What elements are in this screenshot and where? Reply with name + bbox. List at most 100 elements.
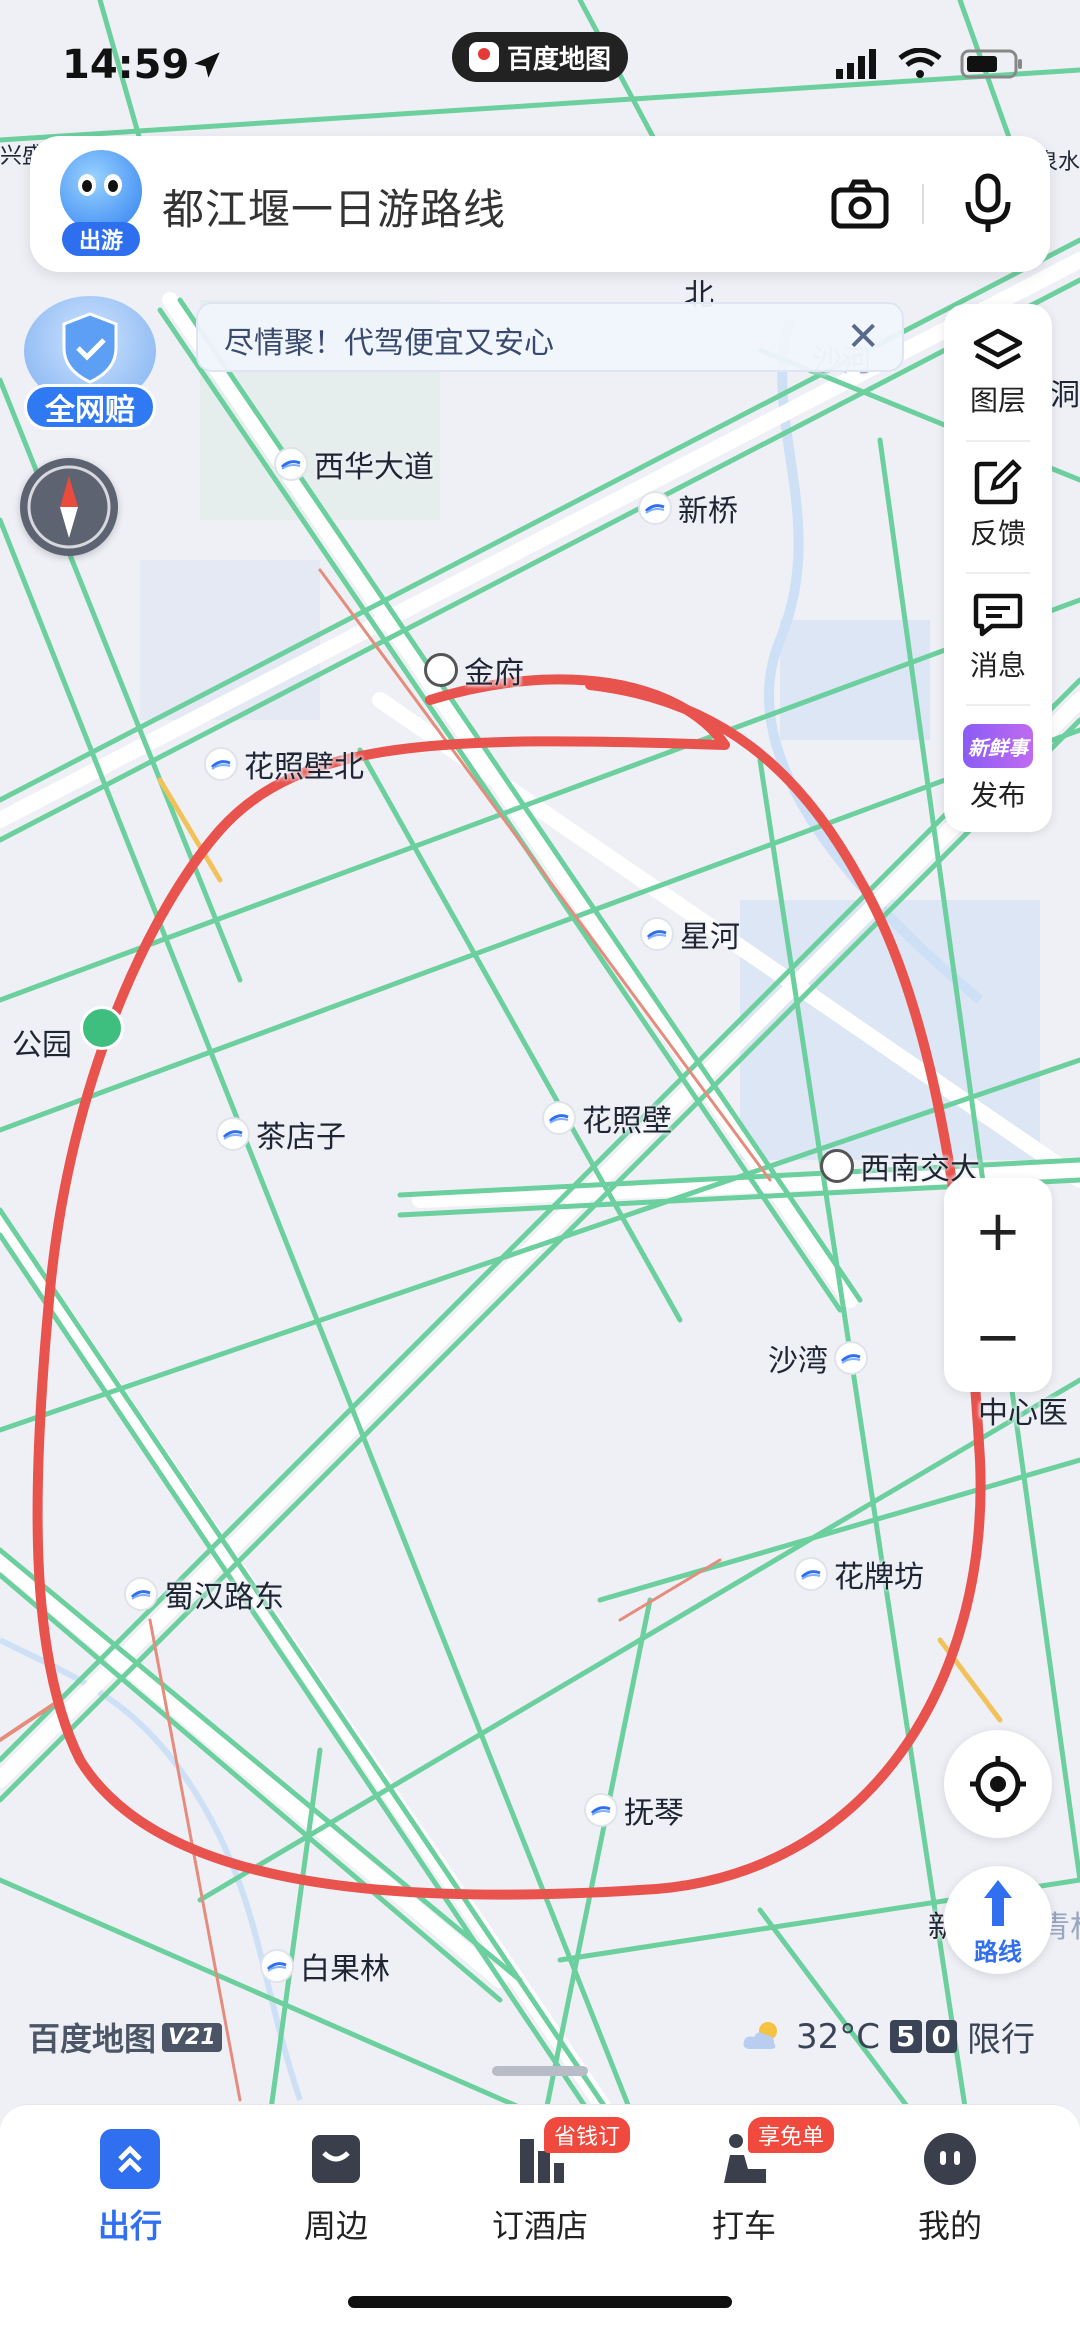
brand-text: 百度地图 <box>28 2020 157 2058</box>
route-label: 路线 <box>974 1938 1022 1966</box>
app-pill-label: 百度地图 <box>506 44 611 75</box>
system-icons <box>836 48 1024 80</box>
messages-button[interactable]: 消息 <box>944 572 1052 702</box>
map-label-xinghe[interactable]: 星河 <box>640 912 740 956</box>
crosshair-icon <box>970 1756 1026 1812</box>
app-indicator-pill[interactable]: 百度地图 <box>452 32 628 82</box>
feedback-edit-icon <box>974 459 1022 505</box>
metro-interchange-icon <box>820 1149 854 1183</box>
tab-travel-label: 出行 <box>97 2207 162 2245</box>
map-label-jinfu[interactable]: 金府 <box>424 648 524 692</box>
zoom-out-button[interactable]: − <box>944 1284 1052 1390</box>
metro-station-icon <box>640 917 674 951</box>
publish-label: 发布 <box>969 779 1026 812</box>
nearby-tab-icon <box>306 2129 366 2189</box>
promo-banner[interactable]: 尽情聚！代驾便宜又安心 ✕ <box>196 302 904 372</box>
map-label-edge-hospital[interactable]: 中心医 <box>978 1388 1068 1432</box>
map-label-text: 金府 <box>464 656 524 691</box>
camera-icon[interactable] <box>830 176 890 232</box>
weather-info[interactable]: 32°C 50 限行 <box>740 2012 1035 2061</box>
map-label-xinqiao[interactable]: 新桥 <box>638 486 738 530</box>
tab-nearby-label: 周边 <box>303 2207 368 2245</box>
fresh-news-icon: 新鲜事 <box>963 724 1033 768</box>
compass-icon <box>27 465 111 549</box>
metro-station-icon <box>638 491 672 525</box>
map-label-text: 沙湾 <box>768 1344 828 1379</box>
promo-banner-text: 尽情聚！代驾便宜又安心 <box>224 326 554 361</box>
metro-station-icon <box>274 447 308 481</box>
travel-badge[interactable]: 出游 <box>62 222 140 256</box>
profile-tab-icon <box>920 2129 980 2189</box>
microphone-icon[interactable] <box>960 172 1016 236</box>
map-label-chadianzi[interactable]: 茶店子 <box>216 1112 346 1156</box>
mascot-icon[interactable] <box>60 150 142 232</box>
signal-icon <box>836 49 876 79</box>
insurance-label: 全网赔 <box>24 384 156 430</box>
map-label-shuhanlu[interactable]: 蜀汉路东 <box>124 1572 284 1616</box>
map-label-xihua[interactable]: 西华大道 <box>274 442 434 486</box>
temperature: 32°C <box>796 2016 881 2057</box>
search-input[interactable]: 都江堰一日游路线 <box>162 176 506 237</box>
tab-nearby[interactable]: 周边 <box>256 2129 416 2259</box>
tab-taxi-label: 打车 <box>711 2207 776 2245</box>
baidu-map-logo-icon <box>468 42 499 72</box>
metro-station-icon <box>216 1117 250 1151</box>
map-label-text: 洞 <box>1050 378 1080 413</box>
battery-icon <box>960 49 1022 79</box>
map-label-huazhaobibei[interactable]: 花照壁北 <box>204 742 364 786</box>
layers-icon <box>973 328 1023 370</box>
map-toolbar: 图层 反馈 消息 新鲜事 发布 <box>944 304 1052 832</box>
map-label-huazhaobi[interactable]: 花照壁 <box>542 1096 672 1140</box>
map-label-text: 花牌坊 <box>834 1560 924 1595</box>
tab-taxi[interactable]: 享免单 打车 <box>664 2117 835 2259</box>
route-button[interactable]: 路线 <box>944 1866 1052 1974</box>
map-label-text: 抚琴 <box>624 1796 684 1831</box>
compass-button[interactable] <box>20 458 118 556</box>
restriction-numbers: 50 <box>890 2020 957 2053</box>
tab-hotel[interactable]: 省钱订 订酒店 <box>460 2117 631 2259</box>
zoom-in-button[interactable]: + <box>944 1178 1052 1284</box>
metro-station-icon <box>794 1557 828 1591</box>
status-bar: 14:59 百度地图 <box>0 0 1080 130</box>
close-icon[interactable]: ✕ <box>846 314 880 360</box>
park-icon <box>80 1006 124 1050</box>
sheet-handle[interactable] <box>492 2066 588 2076</box>
status-time: 14:59 <box>62 42 190 88</box>
map-label-shawan[interactable]: 沙湾 <box>768 1336 868 1380</box>
layers-button[interactable]: 图层 <box>944 308 1052 438</box>
layers-label: 图层 <box>969 384 1026 417</box>
zoom-control: + − <box>944 1178 1052 1392</box>
search-bar[interactable]: 出游 都江堰一日游路线 <box>30 136 1050 272</box>
map-brand: 百度地图 V21 <box>28 2014 222 2060</box>
metro-station-icon <box>542 1101 576 1135</box>
map-label-text: 新桥 <box>678 494 738 529</box>
map-label-fuqin[interactable]: 抚琴 <box>584 1788 684 1832</box>
map-label-text: 茶店子 <box>256 1120 346 1155</box>
restriction-label: 限行 <box>966 2020 1035 2060</box>
map-label-text: 蜀汉路东 <box>164 1580 284 1615</box>
map-label-text: 花照壁北 <box>244 750 364 785</box>
map-label-edge-right-mid[interactable]: 洞 <box>1050 370 1080 414</box>
tab-me[interactable]: 我的 <box>870 2129 1030 2259</box>
metro-station-icon <box>124 1577 158 1611</box>
tab-me-label: 我的 <box>917 2207 982 2245</box>
hotel-badge: 省钱订 <box>544 2117 631 2153</box>
insurance-button[interactable]: 全网赔 <box>20 296 160 436</box>
map-label-huapaifang[interactable]: 花牌坊 <box>794 1552 924 1596</box>
publish-button[interactable]: 新鲜事 发布 <box>944 704 1052 834</box>
feedback-button[interactable]: 反馈 <box>944 440 1052 570</box>
metro-station-icon <box>834 1341 868 1375</box>
map-label-text: 中心医 <box>978 1396 1068 1431</box>
location-arrow-icon <box>194 52 220 78</box>
search-divider <box>922 184 924 224</box>
route-arrow-icon <box>984 1880 1012 1926</box>
locate-button[interactable] <box>944 1730 1052 1838</box>
map-label-text: 白果林 <box>300 1952 390 1987</box>
message-icon <box>973 593 1023 637</box>
brand-version: V21 <box>162 2022 222 2052</box>
messages-label: 消息 <box>969 649 1026 682</box>
tab-travel[interactable]: 出行 <box>50 2129 210 2259</box>
map-label-text: 星河 <box>680 920 740 955</box>
map-label-baiguolin[interactable]: 白果林 <box>260 1944 390 1988</box>
map-label-park[interactable]: 公园 <box>12 1020 72 1064</box>
